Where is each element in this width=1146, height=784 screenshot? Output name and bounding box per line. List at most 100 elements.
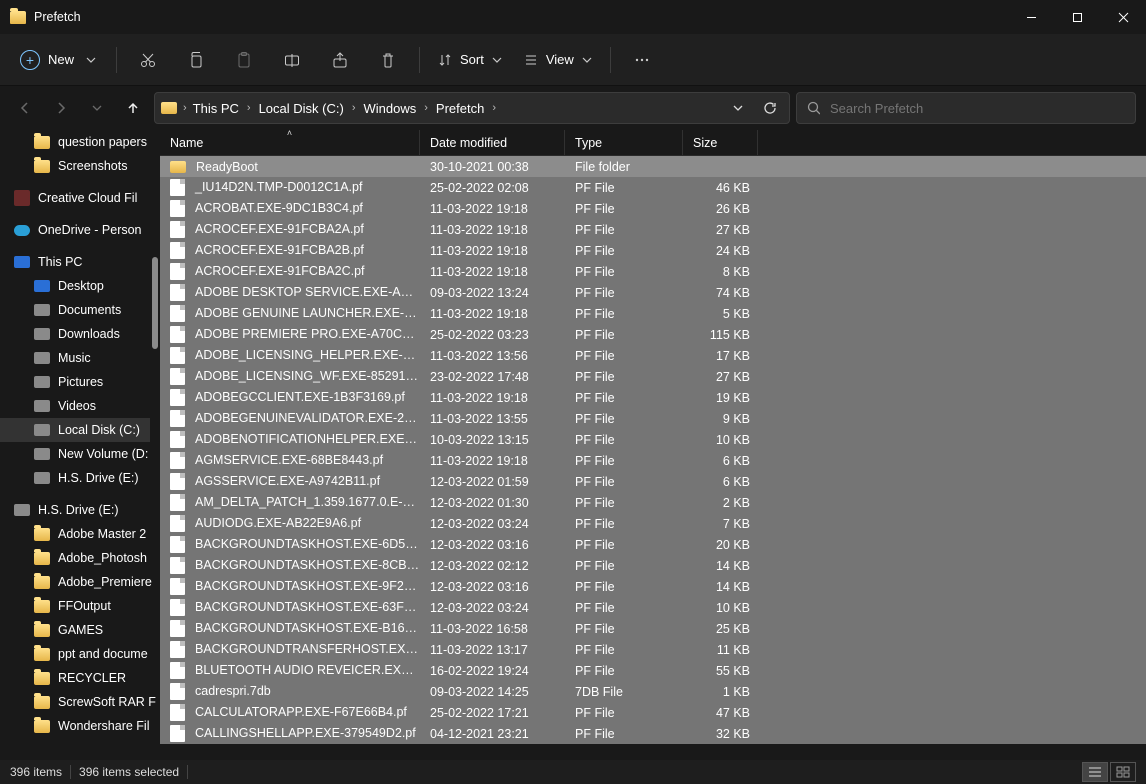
table-row[interactable]: ACROCEF.EXE-91FCBA2C.pf11-03-2022 19:18P… [160, 261, 1146, 282]
breadcrumb[interactable]: › This PC›Local Disk (C:)›Windows›Prefet… [154, 92, 790, 124]
ellipsis-icon [633, 51, 651, 69]
table-row[interactable]: ADOBE PREMIERE PRO.EXE-A70C860E.pf25-02-… [160, 324, 1146, 345]
file-date: 30-10-2021 00:38 [420, 160, 565, 174]
nav-item[interactable]: Creative Cloud Fil [0, 186, 160, 210]
file-date: 11-03-2022 19:18 [420, 265, 565, 279]
table-row[interactable]: ADOBE_LICENSING_WF.EXE-85291397.pf23-02-… [160, 366, 1146, 387]
file-size: 2 KB [683, 496, 758, 510]
forward-button[interactable] [46, 93, 76, 123]
file-type: PF File [565, 412, 683, 426]
table-row[interactable]: ADOBE DESKTOP SERVICE.EXE-A2925451.pf09-… [160, 282, 1146, 303]
minimize-button[interactable] [1008, 0, 1054, 34]
table-row[interactable]: AUDIODG.EXE-AB22E9A6.pf12-03-2022 03:24P… [160, 513, 1146, 534]
breadcrumb-item[interactable]: This PC› [193, 101, 251, 116]
table-row[interactable]: AGMSERVICE.EXE-68BE8443.pf11-03-2022 19:… [160, 450, 1146, 471]
refresh-button[interactable] [757, 101, 783, 115]
table-row[interactable]: BACKGROUNDTASKHOST.EXE-63F11000.pf12-03-… [160, 597, 1146, 618]
search-box[interactable] [796, 92, 1136, 124]
paste-button[interactable] [221, 42, 267, 78]
nav-item[interactable]: Adobe Master 2 [0, 522, 160, 546]
pc-icon [14, 256, 30, 268]
details-view-button[interactable] [1082, 762, 1108, 782]
table-row[interactable]: ReadyBoot30-10-2021 00:38File folder [160, 156, 1146, 177]
nav-item[interactable]: H.S. Drive (E:) [0, 466, 160, 490]
table-row[interactable]: ACROBAT.EXE-9DC1B3C4.pf11-03-2022 19:18P… [160, 198, 1146, 219]
column-date[interactable]: Date modified [420, 130, 565, 155]
nav-item-label: GAMES [58, 623, 103, 637]
nav-item[interactable]: Local Disk (C:) [0, 418, 160, 442]
delete-button[interactable] [365, 42, 411, 78]
more-button[interactable] [619, 42, 665, 78]
view-button[interactable]: View [514, 42, 602, 78]
back-button[interactable] [10, 93, 40, 123]
nav-item[interactable]: Documents [0, 298, 160, 322]
nav-item[interactable]: ppt and docume [0, 642, 160, 666]
file-icon [170, 263, 185, 280]
column-type[interactable]: Type [565, 130, 683, 155]
trash-icon [379, 51, 397, 69]
table-row[interactable]: ADOBE GENUINE LAUNCHER.EXE-8BD95...11-03… [160, 303, 1146, 324]
search-input[interactable] [830, 101, 1125, 116]
copy-button[interactable] [173, 42, 219, 78]
nav-item[interactable]: Desktop [0, 274, 160, 298]
nav-item[interactable]: Wondershare Fil [0, 714, 160, 738]
breadcrumb-item[interactable]: Local Disk (C:)› [259, 101, 356, 116]
rename-button[interactable] [269, 42, 315, 78]
table-row[interactable]: AGSSERVICE.EXE-A9742B11.pf12-03-2022 01:… [160, 471, 1146, 492]
close-button[interactable] [1100, 0, 1146, 34]
file-date: 12-03-2022 01:59 [420, 475, 565, 489]
table-row[interactable]: ACROCEF.EXE-91FCBA2B.pf11-03-2022 19:18P… [160, 240, 1146, 261]
maximize-button[interactable] [1054, 0, 1100, 34]
column-size[interactable]: Size [683, 130, 758, 155]
folder-icon [34, 672, 50, 685]
scrollbar[interactable] [150, 255, 160, 575]
nav-item[interactable]: This PC [0, 250, 160, 274]
table-row[interactable]: CALLINGSHELLAPP.EXE-379549D2.pf04-12-202… [160, 723, 1146, 744]
new-button[interactable]: + New [8, 42, 108, 78]
table-row[interactable]: BACKGROUNDTASKHOST.EXE-8CBD7053...12-03-… [160, 555, 1146, 576]
nav-item[interactable]: question papers [0, 130, 160, 154]
file-size: 14 KB [683, 559, 758, 573]
nav-item[interactable]: Screenshots [0, 154, 160, 178]
nav-item[interactable]: Videos [0, 394, 160, 418]
table-row[interactable]: _IU14D2N.TMP-D0012C1A.pf25-02-2022 02:08… [160, 177, 1146, 198]
nav-item[interactable]: OneDrive - Person [0, 218, 160, 242]
table-row[interactable]: BLUETOOTH AUDIO REVEICER.EXE-547EC...16-… [160, 660, 1146, 681]
table-row[interactable]: ACROCEF.EXE-91FCBA2A.pf11-03-2022 19:18P… [160, 219, 1146, 240]
nav-item[interactable]: FFOutput [0, 594, 160, 618]
table-row[interactable]: AM_DELTA_PATCH_1.359.1677.0.E-3139A...12… [160, 492, 1146, 513]
table-row[interactable]: cadrespri.7db09-03-2022 14:257DB File1 K… [160, 681, 1146, 702]
table-row[interactable]: BACKGROUNDTASKHOST.EXE-6D58042C.pf12-03-… [160, 534, 1146, 555]
table-row[interactable]: ADOBEGCCLIENT.EXE-1B3F3169.pf11-03-2022 … [160, 387, 1146, 408]
nav-item[interactable]: RECYCLER [0, 666, 160, 690]
table-row[interactable]: CALCULATORAPP.EXE-F67E66B4.pf25-02-2022 … [160, 702, 1146, 723]
nav-item[interactable]: New Volume (D: [0, 442, 160, 466]
nav-item[interactable]: Downloads [0, 322, 160, 346]
scrollbar-thumb[interactable] [152, 257, 158, 349]
nav-item[interactable]: Music [0, 346, 160, 370]
nav-item[interactable]: GAMES [0, 618, 160, 642]
thumbnails-view-button[interactable] [1110, 762, 1136, 782]
file-type: PF File [565, 517, 683, 531]
nav-item[interactable]: ScrewSoft RAR F [0, 690, 160, 714]
nav-item[interactable]: H.S. Drive (E:) [0, 498, 160, 522]
breadcrumb-item[interactable]: Windows› [364, 101, 428, 116]
up-button[interactable] [118, 93, 148, 123]
history-dropdown[interactable] [725, 102, 751, 114]
nav-item[interactable]: Adobe_Photosh [0, 546, 160, 570]
sort-button[interactable]: Sort [428, 42, 512, 78]
navigation-pane[interactable]: question papersScreenshots Creative Cloud… [0, 130, 160, 760]
table-row[interactable]: BACKGROUNDTASKHOST.EXE-9F2EE4C2.pf12-03-… [160, 576, 1146, 597]
nav-item[interactable]: Adobe_Premiere [0, 570, 160, 594]
table-row[interactable]: ADOBE_LICENSING_HELPER.EXE-A7EF9B...11-0… [160, 345, 1146, 366]
breadcrumb-item[interactable]: Prefetch› [436, 101, 496, 116]
share-button[interactable] [317, 42, 363, 78]
table-row[interactable]: BACKGROUNDTASKHOST.EXE-B16326C0.pf11-03-… [160, 618, 1146, 639]
table-row[interactable]: BACKGROUNDTRANSFERHOST.EXE-DB32...11-03-… [160, 639, 1146, 660]
nav-item[interactable]: Pictures [0, 370, 160, 394]
table-row[interactable]: ADOBENOTIFICATIONHELPER.EXE-25CC...10-03… [160, 429, 1146, 450]
table-row[interactable]: ADOBEGENUINEVALIDATOR.EXE-2BCAF8...11-03… [160, 408, 1146, 429]
cut-button[interactable] [125, 42, 171, 78]
recent-button[interactable] [82, 93, 112, 123]
column-name[interactable]: Name˄ [160, 130, 420, 155]
